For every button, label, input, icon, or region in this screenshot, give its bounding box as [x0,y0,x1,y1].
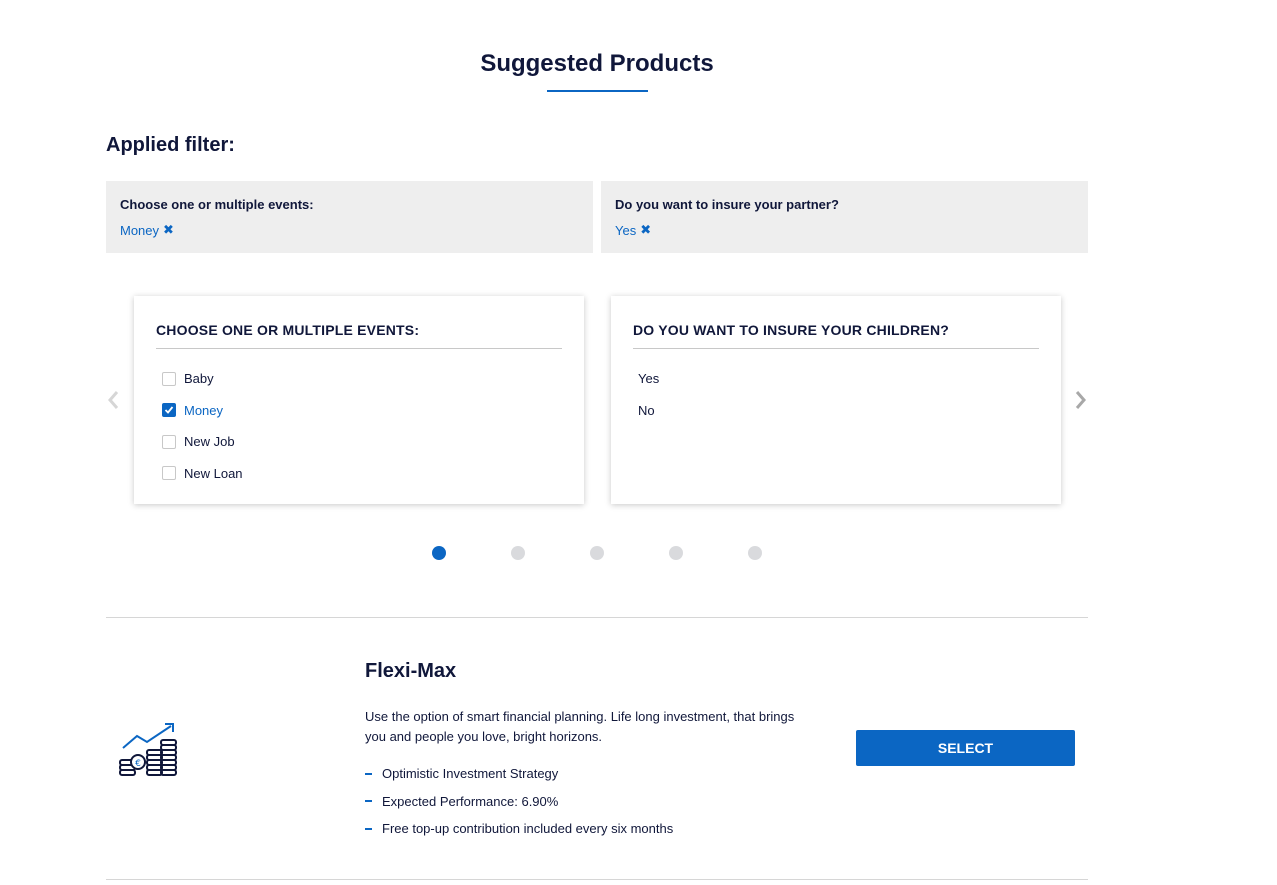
svg-text:€: € [135,759,141,769]
carousel-prev-chevron-left-icon[interactable] [106,388,120,412]
filter-chip-label: Money [120,222,160,238]
question-card-title: DO YOU WANT TO INSURE YOUR CHILDREN? [633,322,1039,349]
pagination-dot-3[interactable] [590,546,604,560]
pagination-dot-5[interactable] [748,546,762,560]
checkbox-option-new-job[interactable]: New Job [156,426,562,458]
carousel-next-chevron-right-icon[interactable] [1074,388,1088,412]
filter-chip-yes[interactable]: Yes ✖ [615,222,651,238]
feature-text: Free top-up contribution included every … [382,821,674,837]
remove-filter-icon[interactable]: ✖ [640,222,651,238]
investment-coins-growth-icon: € [117,722,181,776]
checkbox-option-new-loan[interactable]: New Loan [156,458,562,490]
answer-option-no[interactable]: No [633,395,1039,427]
applied-filter-question: Do you want to insure your partner? [615,197,839,212]
pagination-dot-1[interactable] [432,546,446,560]
option-label: Yes [638,371,660,387]
question-card-events: CHOOSE ONE OR MULTIPLE EVENTS: Baby Mone… [134,296,584,504]
product-features-list: Optimistic Investment Strategy Expected … [365,760,673,843]
feature-item: Expected Performance: 6.90% [365,788,673,816]
pagination-dot-2[interactable] [511,546,525,560]
question-card-title: CHOOSE ONE OR MULTIPLE EVENTS: [156,322,562,349]
page-title: Suggested Products [480,50,714,77]
checkbox[interactable] [162,466,176,481]
feature-text: Expected Performance: 6.90% [382,793,559,809]
applied-filter-heading: Applied filter: [106,134,235,156]
divider [106,617,1088,618]
option-label: Baby [184,371,214,387]
carousel-pagination [0,546,1194,560]
feature-item: Free top-up contribution included every … [365,815,673,843]
feature-text: Optimistic Investment Strategy [382,766,559,782]
title-underline [547,90,648,92]
option-label: New Loan [184,465,243,481]
product-name: Flexi-Max [365,660,457,682]
filter-chip-money[interactable]: Money ✖ [120,222,174,238]
remove-filter-icon[interactable]: ✖ [163,222,174,238]
select-product-button[interactable]: SELECT [856,730,1075,766]
checkbox-option-baby[interactable]: Baby [156,363,562,395]
question-card-children: DO YOU WANT TO INSURE YOUR CHILDREN? Yes… [611,296,1061,504]
filter-chip-label: Yes [615,222,637,238]
applied-filter-partner: Do you want to insure your partner? Yes … [601,181,1088,253]
dash-bullet-icon [365,800,372,803]
dash-bullet-icon [365,772,372,775]
product-description: Use the option of smart financial planni… [365,709,795,744]
checkbox-checked[interactable] [162,403,176,418]
option-label: No [638,402,655,418]
applied-filter-events: Choose one or multiple events: Money ✖ [106,181,593,253]
option-label: Money [184,402,224,418]
divider [106,879,1088,880]
checkbox[interactable] [162,371,176,386]
option-label: New Job [184,434,235,450]
checkbox-option-money[interactable]: Money [156,395,562,427]
answer-option-yes[interactable]: Yes [633,363,1039,395]
applied-filter-question: Choose one or multiple events: [120,197,314,212]
checkbox[interactable] [162,434,176,449]
checkmark-icon [164,406,174,415]
pagination-dot-4[interactable] [669,546,683,560]
feature-item: Optimistic Investment Strategy [365,760,673,788]
dash-bullet-icon [365,827,372,830]
